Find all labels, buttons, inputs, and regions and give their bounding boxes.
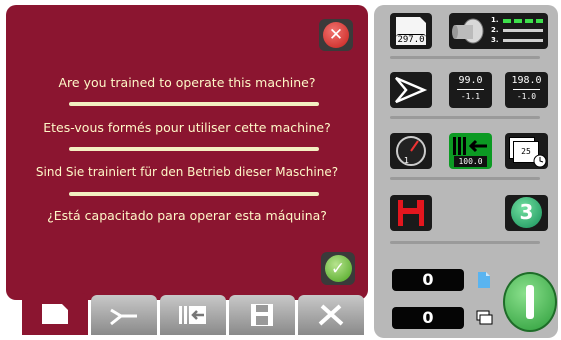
step-2-bar: [503, 29, 543, 32]
stack-icon: [476, 310, 493, 325]
pattern-icon: [395, 76, 428, 104]
divider: [390, 177, 540, 180]
divider: [69, 147, 319, 151]
job-steps-button[interactable]: 1. 2. 3.: [449, 13, 548, 49]
question-english: Are you trained to operate this machine?: [58, 75, 316, 90]
fraction-line: [457, 89, 484, 90]
pattern-button[interactable]: [390, 72, 432, 108]
tab-pattern[interactable]: [91, 295, 157, 335]
sheet-counter: 0: [392, 269, 464, 291]
power-icon: [526, 285, 534, 319]
tab-tools[interactable]: [298, 295, 364, 335]
mode-button[interactable]: 3: [505, 195, 548, 231]
tools-icon: [318, 304, 344, 326]
question-french: Etes-vous formés pour utiliser cette mac…: [43, 120, 331, 135]
pattern-icon: [110, 308, 137, 326]
divider: [69, 192, 319, 196]
sheet-icon: [42, 304, 68, 324]
feed-position-button[interactable]: 100.0: [449, 133, 492, 169]
left-offset-value: 99.0: [458, 75, 483, 86]
spindle-icon: [452, 18, 484, 44]
save-program-button[interactable]: [390, 195, 432, 231]
svg-text:1: 1: [404, 156, 409, 165]
feed-position-value: 100.0: [454, 156, 487, 167]
clock-icon: [533, 154, 547, 168]
divider: [390, 116, 540, 119]
confirm-button[interactable]: ✓: [321, 252, 355, 285]
right-offset-delta: -1.0: [516, 92, 537, 101]
step-1-progress: [503, 19, 543, 23]
divider: [69, 102, 319, 106]
close-button[interactable]: ✕: [319, 19, 353, 51]
question-spanish: ¿Está capacitado para operar esta máquin…: [47, 208, 327, 223]
right-offset-value: 198.0: [511, 75, 542, 86]
training-confirmation-dialog: ✕ Are you trained to operate this machin…: [6, 5, 368, 300]
save-icon: [398, 200, 424, 226]
stack-button[interactable]: 25: [505, 133, 548, 169]
tab-feed[interactable]: [160, 295, 226, 335]
right-offset-button[interactable]: 198.0 -1.0: [505, 72, 548, 108]
speed-button[interactable]: 1: [390, 133, 432, 169]
step-label: 1.: [491, 16, 499, 24]
left-offset-delta: -1.1: [460, 92, 481, 101]
step-label: 3.: [491, 36, 499, 44]
feed-icon: [179, 306, 206, 324]
mode-number: 3: [511, 197, 542, 228]
step-label: 2.: [491, 26, 499, 34]
divider: [390, 56, 540, 59]
document-icon: [478, 272, 490, 288]
sheet-length-button[interactable]: 297.0: [390, 13, 432, 49]
save-icon: [251, 304, 273, 326]
sheet-length-value: 297.0: [396, 34, 426, 45]
speedometer-icon: 1: [396, 136, 426, 166]
checkmark-icon: ✓: [324, 255, 352, 282]
question-german: Sind Sie trainiert für den Betrieb diese…: [35, 165, 339, 179]
fraction-line: [513, 89, 540, 90]
tab-save[interactable]: [229, 295, 295, 335]
close-icon: ✕: [323, 22, 349, 48]
divider: [390, 241, 540, 244]
tab-sheet[interactable]: [22, 293, 88, 335]
control-panel: 297.0 1. 2. 3. 99.0 -1.1 198.0 -1.0 1 10…: [374, 5, 558, 338]
left-offset-button[interactable]: 99.0 -1.1: [449, 72, 492, 108]
step-3-bar: [503, 39, 543, 42]
batch-counter: 0: [392, 307, 464, 329]
start-button[interactable]: [503, 272, 557, 332]
tab-bar: [22, 293, 367, 335]
